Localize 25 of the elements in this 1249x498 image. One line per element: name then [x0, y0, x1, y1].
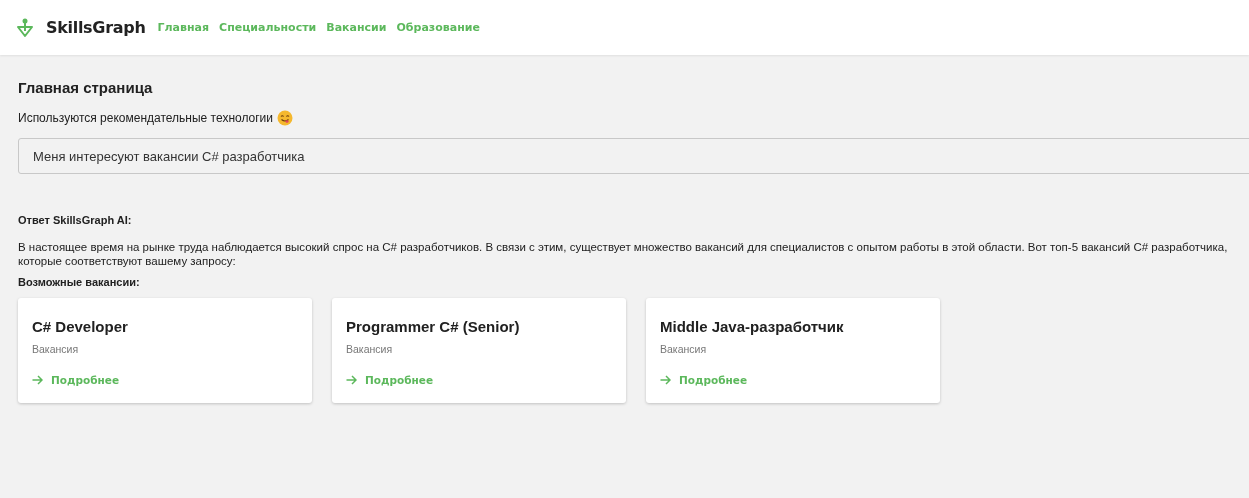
query-field[interactable]: Меня интересуют вакансии C# разработчика: [18, 138, 1249, 174]
details-link[interactable]: Подробнее: [660, 374, 748, 386]
nav-link[interactable]: Главная: [157, 21, 210, 34]
nav-link[interactable]: Вакансии: [326, 21, 387, 34]
subtitle: Используются рекомендательные технологии: [18, 111, 273, 125]
logo-icon: [16, 17, 34, 38]
arrow-icon: [346, 375, 357, 385]
page-title: Главная страница: [18, 79, 154, 96]
vacancy-title: C# Developer: [32, 318, 129, 335]
answer-heading: Ответ SkillsGraph AI:: [18, 214, 133, 226]
arrow-icon: [32, 375, 43, 385]
nav-link[interactable]: Специальности: [219, 21, 317, 34]
arrow-icon: [660, 375, 671, 385]
vacancies-heading: Возможные вакансии:: [18, 276, 141, 288]
smiley-icon: [277, 110, 293, 126]
vacancy-type: Вакансия: [32, 343, 80, 355]
vacancy-title: Middle Java-разработчик: [660, 318, 845, 335]
nav-link[interactable]: Образование: [396, 21, 480, 34]
vacancy-type: Вакансия: [346, 343, 394, 355]
details-link[interactable]: Подробнее: [346, 374, 434, 386]
logo-text[interactable]: SkillsGraph: [46, 18, 146, 37]
details-link[interactable]: Подробнее: [32, 374, 120, 386]
vacancy-title: Programmer C# (Senior): [346, 318, 521, 335]
vacancy-type: Вакансия: [660, 343, 708, 355]
answer-text: В настоящее время на рынке труда наблюдается высокий спрос на C# разработчиков. В связи с этим, существует множество вакансий для специалистов с опытом работы в этой области. Вот топ-5 вакансий C# разработчика, которые соответствуют вашему запросу:: [18, 240, 1229, 268]
